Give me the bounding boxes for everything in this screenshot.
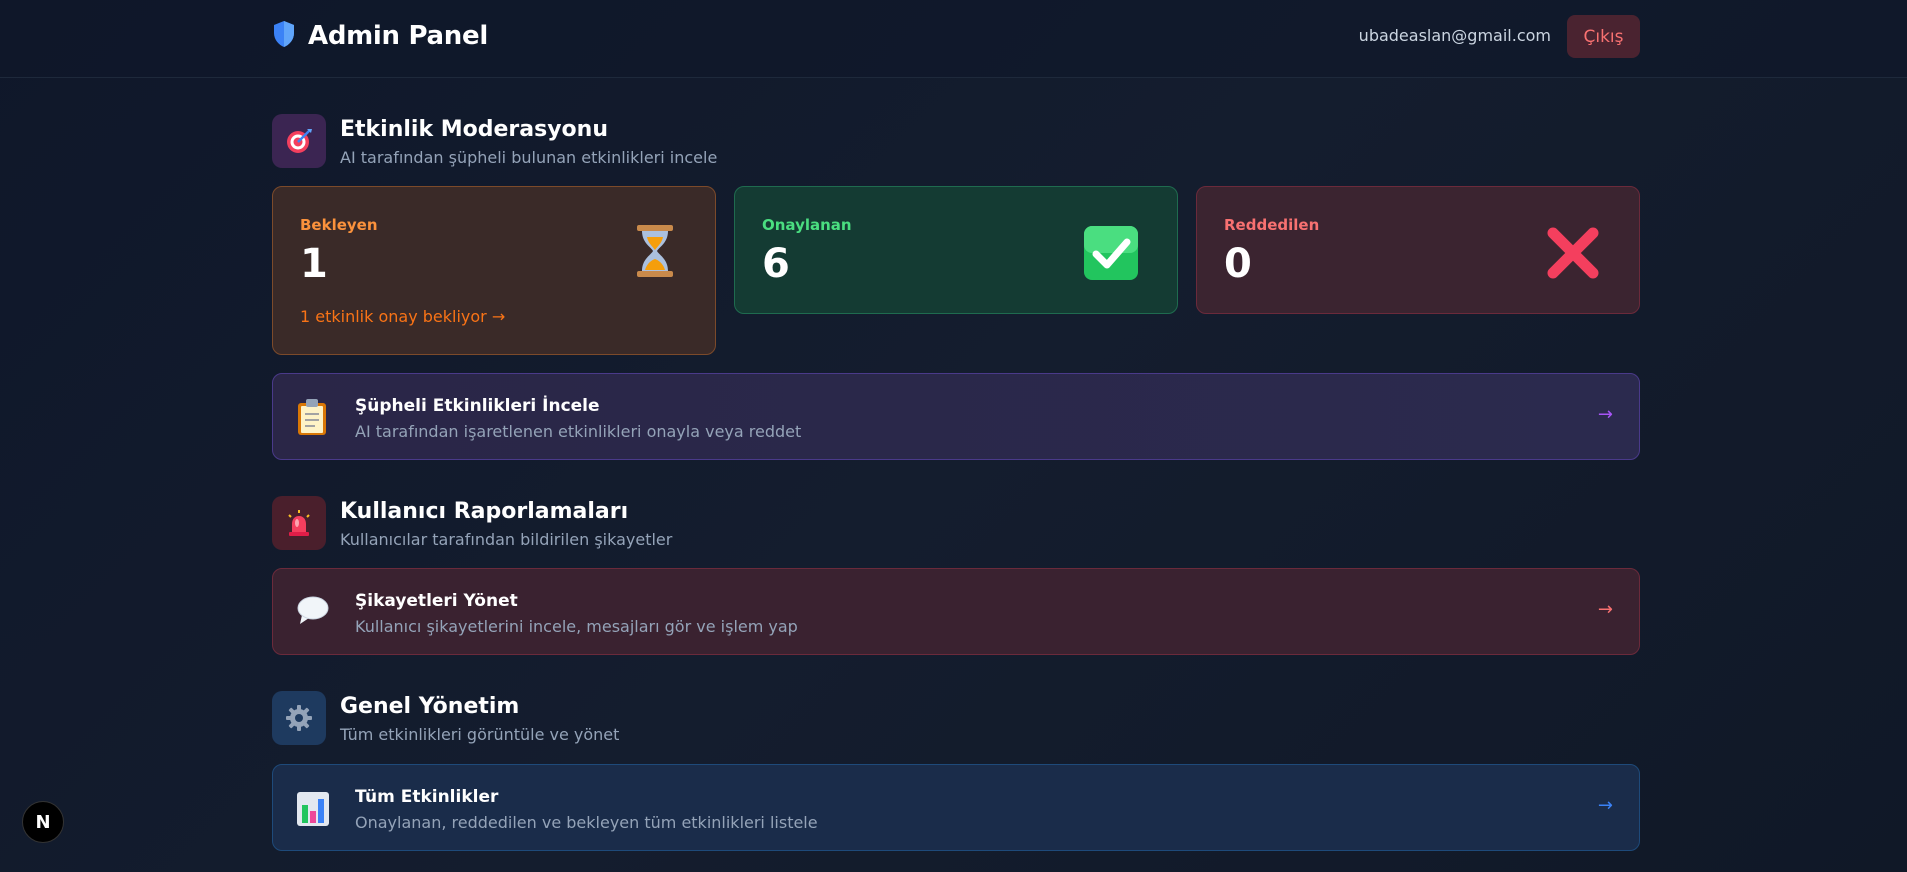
logout-button[interactable]: Çıkış: [1567, 15, 1640, 58]
user-email: ubadeaslan@gmail.com: [1358, 26, 1551, 45]
arrow-right-icon: →: [1597, 795, 1613, 816]
stat-card-pending: Bekleyen 1 1 etkinlik onay bekliyor →: [272, 186, 716, 355]
page-title: Admin Panel: [308, 21, 488, 51]
moderation-section-header: Etkinlik Moderasyonu AI tarafından şüphe…: [272, 114, 717, 168]
reports-section-header: Kullanıcı Raporlamaları Kullanıcılar tar…: [272, 496, 672, 550]
hourglass-icon: [633, 223, 677, 283]
manage-complaints-card[interactable]: Şikayetleri Yönet Kullanıcı şikayetlerin…: [272, 568, 1640, 655]
dart-target-icon: [272, 114, 326, 168]
top-bar: Admin Panel ubadeaslan@gmail.com Çıkış: [0, 0, 1907, 78]
review-suspicious-subtitle: AI tarafından işaretlenen etkinlikleri o…: [355, 422, 802, 441]
manage-complaints-subtitle: Kullanıcı şikayetlerini incele, mesajlar…: [355, 617, 798, 636]
speech-bubble-icon: [296, 593, 330, 631]
all-events-card[interactable]: Tüm Etkinlikler Onaylanan, reddedilen ve…: [272, 764, 1640, 851]
review-suspicious-title: Şüpheli Etkinlikleri İncele: [355, 396, 600, 416]
check-mark-icon: [1083, 225, 1139, 285]
moderation-title: Etkinlik Moderasyonu: [340, 117, 608, 142]
stat-label-pending: Bekleyen: [300, 216, 378, 234]
stat-label-approved: Onaylanan: [762, 216, 852, 234]
siren-icon: [272, 496, 326, 550]
manage-complaints-title: Şikayetleri Yönet: [355, 591, 518, 611]
shield-icon: [272, 20, 296, 52]
bar-chart-icon: [296, 791, 330, 831]
review-suspicious-events-card[interactable]: Şüpheli Etkinlikleri İncele AI tarafında…: [272, 373, 1640, 460]
cross-mark-icon: [1545, 225, 1601, 285]
reports-subtitle: Kullanıcılar tarafından bildirilen şikay…: [340, 530, 673, 549]
all-events-subtitle: Onaylanan, reddedilen ve bekleyen tüm et…: [355, 813, 818, 832]
clipboard-icon: [296, 398, 328, 440]
arrow-right-icon: →: [1597, 599, 1613, 620]
moderation-subtitle: AI tarafından şüpheli bulunan etkinlikle…: [340, 148, 718, 167]
reports-title: Kullanıcı Raporlamaları: [340, 499, 629, 524]
gear-icon: [272, 691, 326, 745]
stat-value-approved: 6: [762, 241, 790, 287]
nextjs-dev-badge[interactable]: N: [22, 801, 64, 843]
general-title: Genel Yönetim: [340, 694, 520, 719]
pending-link[interactable]: 1 etkinlik onay bekliyor →: [300, 307, 505, 326]
stat-card-rejected: Reddedilen 0: [1196, 186, 1640, 314]
brand: Admin Panel: [272, 20, 488, 52]
stat-value-rejected: 0: [1224, 241, 1252, 287]
stat-card-approved: Onaylanan 6: [734, 186, 1178, 314]
all-events-title: Tüm Etkinlikler: [355, 787, 499, 807]
general-subtitle: Tüm etkinlikleri görüntüle ve yönet: [340, 725, 620, 744]
stat-label-rejected: Reddedilen: [1224, 216, 1320, 234]
arrow-right-icon: →: [1597, 404, 1613, 425]
stat-value-pending: 1: [300, 241, 328, 287]
general-section-header: Genel Yönetim Tüm etkinlikleri görüntüle…: [272, 691, 619, 745]
